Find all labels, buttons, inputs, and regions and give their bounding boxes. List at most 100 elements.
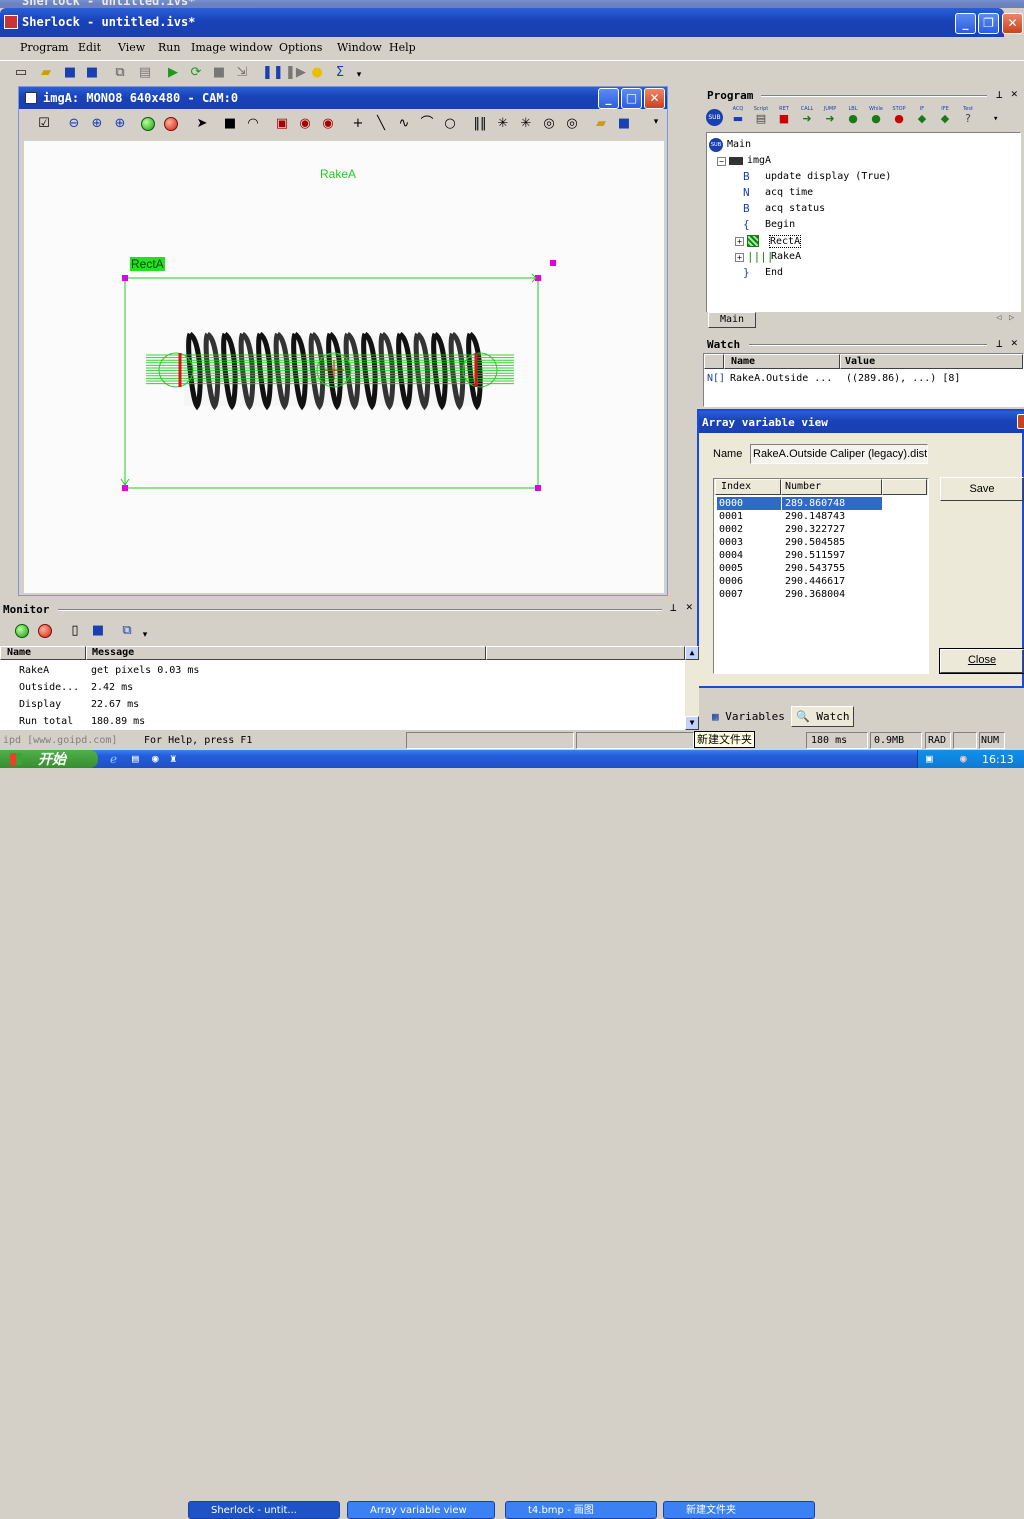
program-toolbar-jump-button[interactable]: JUMP ➜ xyxy=(819,106,841,128)
concentric-tool-icon[interactable]: ◎ xyxy=(563,115,581,133)
monitor-name-header[interactable]: Name xyxy=(0,646,86,660)
sigma-icon[interactable]: Σ xyxy=(331,64,349,82)
polyline-tool-icon[interactable]: ∿ xyxy=(395,115,413,133)
image-canvas[interactable]: RakeA RectA xyxy=(24,141,664,593)
scroll-up-icon[interactable]: ▲ xyxy=(685,646,699,660)
watch-close-icon[interactable]: ✕ xyxy=(1011,336,1018,349)
arc-rake-tool-icon[interactable]: ◎ xyxy=(540,115,558,133)
array-row[interactable]: 0006 290.446617 xyxy=(714,575,928,588)
save-button[interactable]: Save xyxy=(940,477,1024,501)
monitor-scrollbar[interactable]: ▲ ▼ xyxy=(685,646,699,730)
monitor-pin-icon[interactable]: ⊥ xyxy=(670,601,677,614)
rake-tool-icon[interactable]: ‖‖ xyxy=(471,115,489,133)
program-toolbar-if-button[interactable]: IF ◆ xyxy=(911,106,933,128)
array-row[interactable]: 0004 290.511597 xyxy=(714,549,928,562)
program-toolbar-lbl-button[interactable]: LBL ● xyxy=(842,106,864,128)
zoom-out-icon[interactable]: ⊖ xyxy=(65,115,83,133)
program-tree-item[interactable]: Nacq time xyxy=(707,185,1007,201)
load-image-icon[interactable]: ▰ xyxy=(592,115,610,133)
point-tool-icon[interactable]: + xyxy=(349,115,367,133)
zoom-fit-icon[interactable]: ⊕ xyxy=(111,115,129,133)
scroll-down-icon[interactable]: ▼ xyxy=(685,716,699,730)
region-circle-icon[interactable]: ◉ xyxy=(296,115,314,133)
image-window-maximize-button[interactable]: □ xyxy=(621,88,642,109)
rectangle-tool-icon[interactable]: ■ xyxy=(221,115,239,133)
program-panel-close-icon[interactable]: ✕ xyxy=(1011,87,1018,100)
program-toolbar-stop-button[interactable]: STOP ● xyxy=(888,106,910,128)
spoke-tool-icon[interactable]: ✳ xyxy=(494,115,512,133)
program-toolbar-ife-button[interactable]: IFE ◆ xyxy=(934,106,956,128)
array-row[interactable]: 0007 290.368004 xyxy=(714,588,928,601)
save-all-icon[interactable]: ■ xyxy=(83,64,101,82)
program-toolbar-call-button[interactable]: CALL ➜ xyxy=(796,106,818,128)
watch-name-header[interactable]: Name xyxy=(724,354,840,369)
program-tree-item[interactable]: {Begin xyxy=(707,217,1007,233)
tree-expand-icon[interactable]: + xyxy=(735,253,744,262)
app2-quicklaunch-icon[interactable]: ♜ xyxy=(170,752,177,765)
live-green-icon[interactable] xyxy=(141,117,155,134)
paste-icon[interactable]: ▤ xyxy=(136,64,154,82)
monitor-start-icon[interactable] xyxy=(15,624,29,641)
open-folder-icon[interactable]: ▰ xyxy=(37,64,55,82)
ie-quicklaunch-icon[interactable]: ℯ xyxy=(110,752,117,766)
taskbar-paint[interactable]: t4.bmp - 画图 xyxy=(505,1501,657,1519)
minimize-button[interactable]: _ xyxy=(955,13,976,34)
checklist-icon[interactable]: ☑ xyxy=(35,115,53,133)
start-button[interactable]: 开始 xyxy=(0,750,98,768)
tab-variables[interactable]: ▦ Variables xyxy=(708,708,789,727)
program-tree-item[interactable]: − imgA xyxy=(707,153,1007,169)
array-row[interactable]: 0003 290.504585 xyxy=(714,536,928,549)
array-row[interactable]: 0005 290.543755 xyxy=(714,562,928,575)
program-tree-item[interactable]: SUB Main xyxy=(707,137,1007,153)
toolbar-overflow-icon[interactable]: ▾ xyxy=(350,66,368,84)
program-tree-item[interactable]: + RectA xyxy=(707,233,1007,249)
menu-view[interactable]: View xyxy=(118,41,145,54)
restore-button[interactable]: ❐ xyxy=(978,13,999,34)
region-ellipse-icon[interactable]: ◉ xyxy=(319,115,337,133)
image-window-close-button[interactable]: ✕ xyxy=(644,88,665,109)
stop-icon[interactable]: ■ xyxy=(210,64,228,82)
region-rect-icon[interactable]: ▣ xyxy=(273,115,291,133)
arc2-tool-icon[interactable]: ⌒ xyxy=(418,115,436,133)
tab-watch[interactable]: 🔍 Watch xyxy=(791,706,855,727)
watch-row[interactable]: N[] RakeA.Outside ... ((289.86), ...) [8… xyxy=(704,371,1023,387)
run-continuous-icon[interactable]: ⟳ xyxy=(187,64,205,82)
tree-collapse-icon[interactable]: − xyxy=(717,157,726,166)
menu-help[interactable]: Help xyxy=(389,41,416,54)
step-icon[interactable]: ⇲ xyxy=(233,64,251,82)
close-dialog-button[interactable]: Close xyxy=(939,648,1024,674)
array-row[interactable]: 0001 290.148743 xyxy=(714,510,928,523)
monitor-save-icon[interactable]: ■ xyxy=(89,622,107,640)
bulb-icon[interactable]: ● xyxy=(308,64,326,82)
image-toolbar-overflow-icon[interactable]: ▾ xyxy=(647,113,665,131)
image-window-minimize-button[interactable]: _ xyxy=(598,88,619,109)
taskbar-new-folder[interactable]: 新建文件夹 xyxy=(663,1501,815,1519)
close-button[interactable]: ✕ xyxy=(1002,13,1023,34)
array-number-header[interactable]: Number xyxy=(781,479,882,495)
tab-scroll-left-icon[interactable]: ◁ xyxy=(996,313,1001,323)
program-toolbar-overflow-icon[interactable]: ▾ xyxy=(993,114,998,124)
program-toolbar-script-button[interactable]: Script ▤ xyxy=(750,106,772,128)
step-over-icon[interactable]: ❚▶ xyxy=(285,64,306,82)
program-toolbar-acq-button[interactable]: ACQ ▬ xyxy=(727,106,749,128)
menu-edit[interactable]: Edit xyxy=(78,41,101,54)
menu-window[interactable]: Window xyxy=(337,41,382,54)
taskbar-sherlock[interactable]: Sherlock - untit... xyxy=(188,1501,340,1519)
pause-icon[interactable]: ❚❚ xyxy=(262,64,284,82)
copy-icon[interactable]: ⧉ xyxy=(111,64,129,82)
monitor-clear-icon[interactable]: ▯ xyxy=(66,622,84,640)
array-row[interactable]: 0002 290.322727 xyxy=(714,523,928,536)
program-tree-item[interactable]: + |||| RakeA xyxy=(707,249,1007,265)
watch-pin-icon[interactable]: ⊥ xyxy=(996,337,1003,350)
watch-value-header[interactable]: Value xyxy=(840,354,1023,369)
tab-scroll-right-icon[interactable]: ▷ xyxy=(1009,313,1014,323)
save-image-icon[interactable]: ■ xyxy=(615,115,633,133)
program-tree-item[interactable]: Bacq status xyxy=(707,201,1007,217)
menu-run[interactable]: Run xyxy=(158,41,180,54)
monitor-stop-icon[interactable] xyxy=(38,624,52,641)
stop-red-icon[interactable] xyxy=(164,117,178,134)
pin-icon[interactable]: ⊥ xyxy=(996,88,1003,101)
program-toolbar-test-button[interactable]: Test? xyxy=(957,106,979,128)
spoke2-tool-icon[interactable]: ✳ xyxy=(517,115,535,133)
monitor-options-icon[interactable]: ⧉ xyxy=(118,622,136,640)
